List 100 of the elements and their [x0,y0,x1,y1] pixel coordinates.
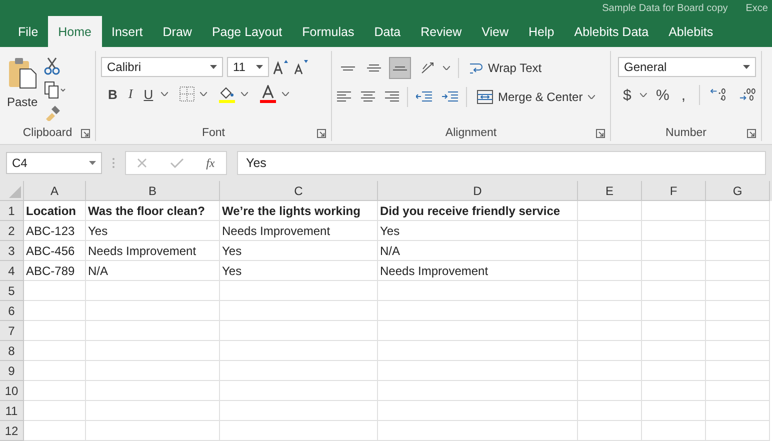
middle-align-icon [367,64,381,72]
checkmark-icon [170,158,184,168]
dialog-launcher-icon [317,129,326,138]
table-cell [642,301,706,321]
column-header[interactable]: C [220,181,378,201]
wrap-text-button[interactable]: Wrap Text [467,61,544,75]
table-cell [706,381,770,401]
row-header[interactable]: 5 [0,281,24,301]
column-header[interactable]: A [24,181,86,201]
row-header[interactable]: 6 [0,301,24,321]
row-header[interactable]: 3 [0,241,24,261]
column-header[interactable]: G [706,181,770,201]
ribbon-tab[interactable]: Ablebits Data [564,16,659,47]
table-cell [706,261,770,281]
ribbon-tab[interactable]: Home [48,16,102,47]
row-header[interactable]: 8 [0,341,24,361]
table-cell [24,341,86,361]
comma-button[interactable]: , [678,86,689,104]
table-cell [706,301,770,321]
ribbon-tab[interactable]: Data [364,16,411,47]
font-size-dropdown[interactable]: 11 [227,57,269,77]
table-cell [642,221,706,241]
percent-button[interactable]: % [653,86,672,104]
dialog-launcher-icon [596,129,605,138]
table-cell [24,381,86,401]
dropdown-icon [743,65,750,69]
align-right-icon [385,91,399,103]
table-cell: Did you receive friendly service [378,201,578,221]
table-cell [706,221,770,241]
ribbon-tab[interactable]: Help [518,16,564,47]
chevron-icon [241,92,248,96]
table-cell [578,381,642,401]
table-cell [642,261,706,281]
row-header[interactable]: 4 [0,261,24,281]
decrease-indent-icon [416,91,432,103]
document-title: Sample Data for Board copy [602,2,728,14]
row-header[interactable]: 2 [0,221,24,241]
ribbon-tab[interactable]: Ablebits [658,16,724,47]
column-header[interactable]: B [86,181,220,201]
table-cell [24,401,86,421]
row-header[interactable]: 9 [0,361,24,381]
row-header[interactable]: 10 [0,381,24,401]
dropdown-icon [89,161,96,165]
table-cell: ABC-789 [24,261,86,281]
group-label: Clipboard [22,127,72,139]
table-cell: Was the floor clean? [86,201,220,221]
ribbon-tab[interactable]: File [8,16,48,47]
increase-decimal-icon [710,87,727,103]
table-cell: ABC-456 [24,241,86,261]
scissors-icon [44,57,60,75]
font-color-icon [259,85,278,103]
font-name-dropdown[interactable]: Calibri [101,57,223,77]
format-painter-icon [44,105,60,121]
group-label: Number [666,127,706,139]
bold-button[interactable]: B [105,86,120,102]
ribbon-tab[interactable]: Page Layout [202,16,292,47]
table-cell [642,341,706,361]
decrease-decimal-icon [738,87,756,103]
row-header[interactable]: 7 [0,321,24,341]
number-format-dropdown[interactable]: General [618,57,756,77]
drag-handle-icon [112,157,115,169]
bottom-align-icon [393,66,407,70]
row-header[interactable]: 11 [0,401,24,421]
copy-icon [44,81,66,99]
table-cell [642,321,706,341]
table-cell [642,381,706,401]
underline-button[interactable]: U [140,86,156,102]
ribbon-tab[interactable]: View [472,16,519,47]
dropdown-icon [210,65,217,69]
ribbon-tab[interactable]: Review [410,16,472,47]
align-center-icon [361,91,375,103]
borders-icon [179,86,196,102]
table-cell [642,241,706,261]
table-cell [706,341,770,361]
merge-center-button[interactable]: Merge & Center [475,90,597,104]
table-cell [578,261,642,281]
column-header[interactable]: F [642,181,706,201]
table-cell: N/A [378,241,578,261]
vertical-align-button[interactable] [389,57,411,79]
ribbon-tab[interactable]: Draw [152,16,202,47]
paste-button[interactable]: Paste [5,55,40,125]
currency-button[interactable]: $ [620,86,634,104]
chevron-icon [588,95,595,99]
insert-function-button[interactable]: fx [206,156,215,170]
table-cell: Yes [220,241,378,261]
formula-input[interactable]: Yes [237,151,766,175]
table-cell [578,221,642,241]
table-cell [578,341,642,361]
table-cell [24,321,86,341]
merge-cells-icon [477,90,493,104]
italic-button[interactable]: I [125,86,136,102]
column-header[interactable]: E [578,181,642,201]
row-header[interactable]: 12 [0,421,24,441]
ribbon-tab[interactable]: Formulas [292,16,364,47]
table-cell: Location [24,201,86,221]
name-box[interactable]: C4 [6,152,102,174]
ribbon-tab[interactable]: Insert [102,16,153,47]
table-cell: N/A [86,261,220,281]
column-header[interactable]: D [378,181,578,201]
row-header[interactable]: 1 [0,201,24,221]
